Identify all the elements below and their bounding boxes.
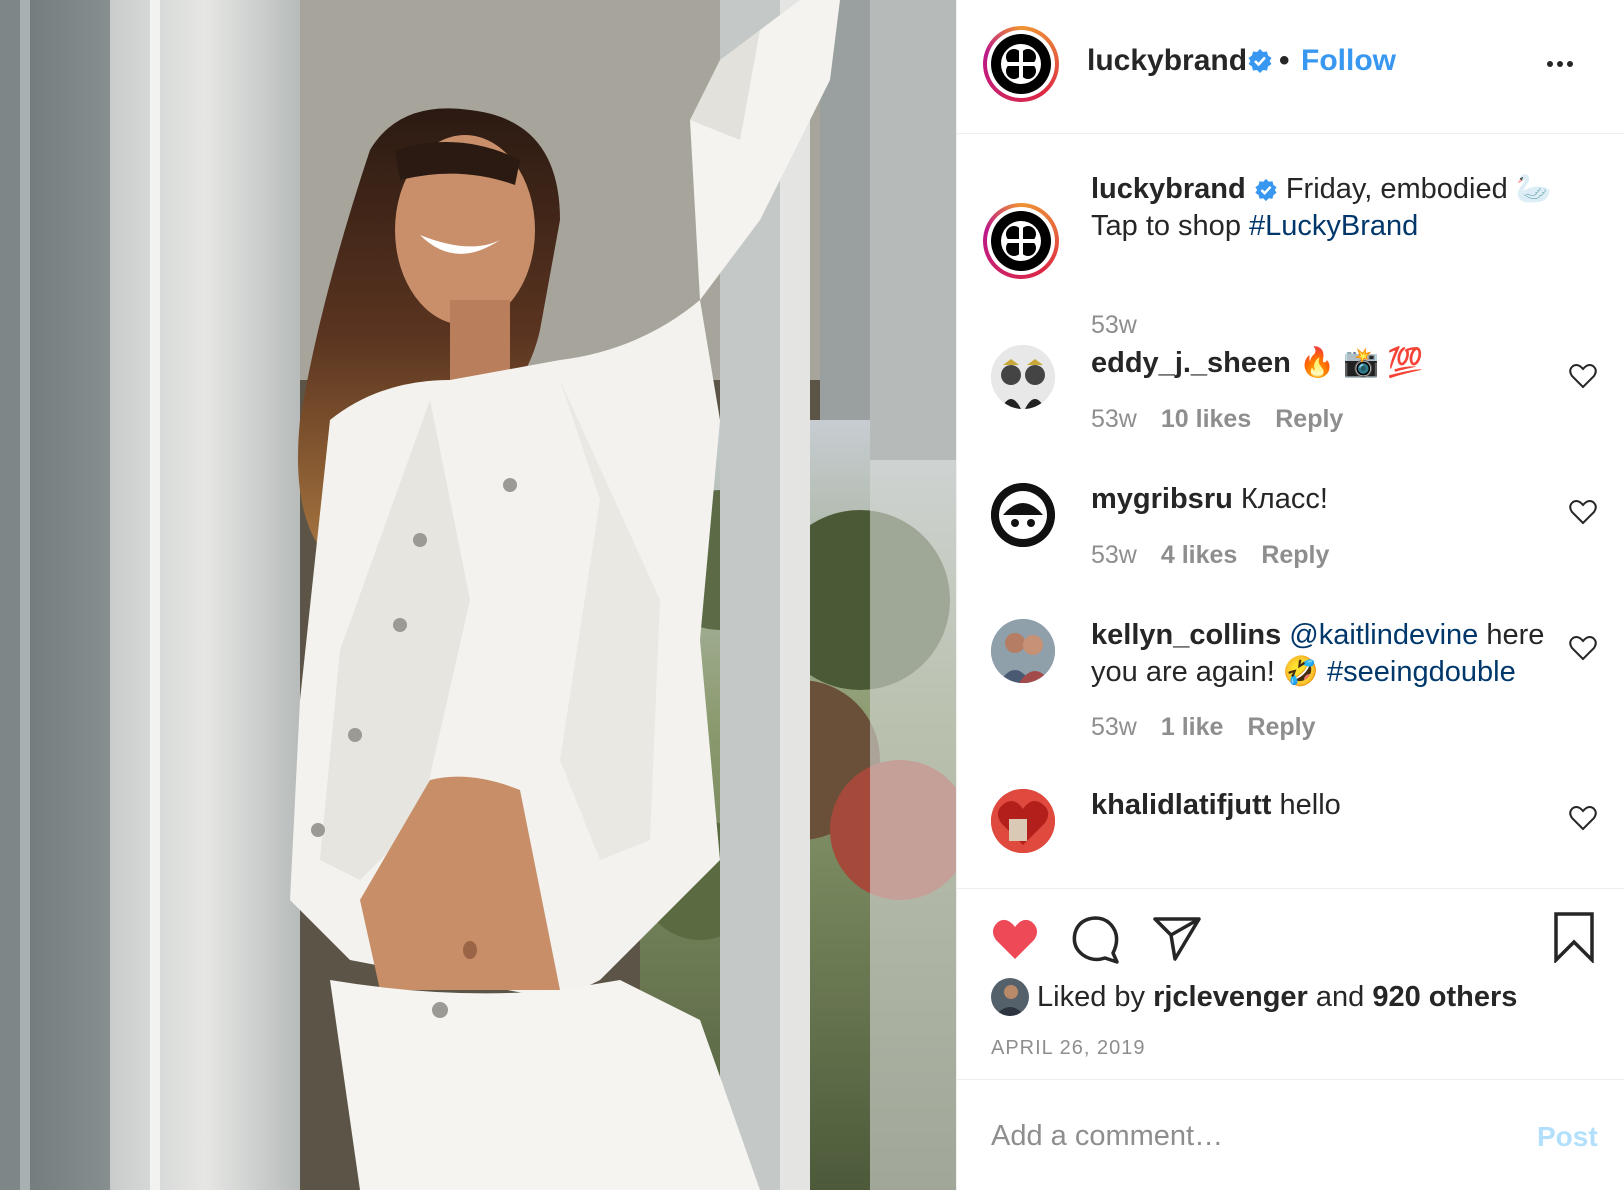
more-options-icon[interactable]: [1547, 54, 1591, 74]
heart-outline-icon[interactable]: [1569, 363, 1597, 389]
comment-body: hello: [1279, 789, 1341, 821]
comment-body: here: [1486, 619, 1545, 651]
reply-button[interactable]: Reply: [1247, 713, 1315, 742]
owner-avatar[interactable]: [983, 26, 1059, 102]
owner-username[interactable]: luckybrand: [1087, 44, 1247, 78]
comment-age[interactable]: 53w: [1091, 405, 1137, 434]
verified-badge-icon: [1248, 49, 1272, 73]
likes-summary: Liked by rjclevenger and 920 others: [991, 977, 1517, 1017]
comment-meta: 53w 4 likes Reply: [1091, 541, 1329, 570]
comment-age[interactable]: 53w: [1091, 541, 1137, 570]
clover-logo-icon: [1001, 44, 1041, 84]
comment-likes[interactable]: 4 likes: [1161, 541, 1237, 570]
heart-outline-icon[interactable]: [1569, 499, 1597, 525]
comment-bubble-icon[interactable]: [1071, 915, 1121, 965]
clover-logo-icon: [1001, 221, 1041, 261]
comment-hashtag[interactable]: #seeingdouble: [1327, 656, 1516, 688]
comment-username[interactable]: khalidlatifjutt: [1091, 789, 1271, 821]
comment-meta: 53w 1 like Reply: [1091, 713, 1316, 742]
comment-body-cont: you are again! 🤣: [1091, 656, 1319, 688]
commenter-avatar[interactable]: [991, 789, 1055, 853]
comment-likes[interactable]: 1 like: [1161, 713, 1224, 742]
caption-age[interactable]: 53w: [1091, 311, 1137, 340]
likes-others-link[interactable]: 920 others: [1372, 981, 1517, 1014]
liked-by-user[interactable]: rjclevenger: [1153, 981, 1308, 1014]
comment-input[interactable]: [991, 1111, 1491, 1161]
heart-filled-icon[interactable]: [991, 917, 1039, 961]
heart-outline-icon[interactable]: [1569, 635, 1597, 661]
caption-meta: 53w: [1091, 311, 1137, 340]
comment-text: eddy_j._sheen 🔥 📸 💯: [1091, 345, 1561, 382]
comment-item: mygribsru Класс! 53w 4 likes Reply: [957, 481, 1624, 611]
comments-list[interactable]: luckybrand Friday, embodied 🦢 Tap to sho…: [957, 135, 1624, 888]
avatar-image: [991, 978, 1029, 1016]
comment-item: khalidlatifjutt hello: [957, 787, 1624, 888]
comment-body: Класс!: [1240, 483, 1328, 515]
comment-text: khalidlatifjutt hello: [1091, 787, 1561, 824]
comment-mention[interactable]: @kaitlindevine: [1289, 619, 1478, 651]
paper-plane-icon[interactable]: [1153, 915, 1201, 961]
post-photo[interactable]: [0, 0, 956, 1190]
comment-likes[interactable]: 10 likes: [1161, 405, 1251, 434]
liked-by-and: and: [1315, 980, 1365, 1013]
comment-meta: 53w 10 likes Reply: [1091, 405, 1343, 434]
caption-avatar[interactable]: [983, 203, 1059, 279]
post-side-panel: luckybrand • Follow luckybrand Friday, e…: [956, 0, 1624, 1190]
heart-outline-icon[interactable]: [1569, 805, 1597, 831]
commenter-avatar[interactable]: [991, 483, 1055, 547]
commenter-avatar[interactable]: [991, 345, 1055, 409]
caption-text: luckybrand Friday, embodied 🦢 Tap to sho…: [1091, 171, 1561, 245]
post-header: luckybrand • Follow: [957, 0, 1624, 134]
comment-username[interactable]: kellyn_collins: [1091, 619, 1281, 651]
liker-avatar[interactable]: [991, 978, 1029, 1016]
header-separator: •: [1279, 44, 1290, 77]
caption-row: luckybrand Friday, embodied 🦢 Tap to sho…: [957, 171, 1624, 339]
avatar-image: [991, 619, 1055, 683]
reply-button[interactable]: Reply: [1275, 405, 1343, 434]
comment-item: eddy_j._sheen 🔥 📸 💯 53w 10 likes Reply: [957, 345, 1624, 475]
add-comment-bar: Post: [957, 1081, 1624, 1190]
post-date[interactable]: APRIL 26, 2019: [991, 1037, 1145, 1060]
comment-username[interactable]: mygribsru: [1091, 483, 1233, 515]
avatar-image: [991, 345, 1055, 409]
verified-badge-icon: [1255, 179, 1277, 202]
bookmark-icon[interactable]: [1553, 911, 1595, 963]
caption-username[interactable]: luckybrand: [1091, 173, 1246, 205]
comment-text: kellyn_collins @kaitlindevine here you a…: [1091, 617, 1546, 691]
avatar-image: [991, 483, 1055, 547]
caption-hashtag[interactable]: #LuckyBrand: [1249, 210, 1418, 242]
comment-item: kellyn_collins @kaitlindevine here you a…: [957, 617, 1624, 787]
liked-by-prefix: Liked by: [1037, 980, 1146, 1013]
avatar-image: [991, 789, 1055, 853]
follow-button[interactable]: Follow: [1301, 44, 1396, 78]
comment-username[interactable]: eddy_j._sheen: [1091, 347, 1291, 379]
action-bar: Liked by rjclevenger and 920 others APRI…: [957, 888, 1624, 1080]
post-comment-button[interactable]: Post: [1537, 1121, 1598, 1153]
photo-illustration: [0, 0, 956, 1190]
commenter-avatar[interactable]: [991, 619, 1055, 683]
comment-age[interactable]: 53w: [1091, 713, 1137, 742]
comment-body: 🔥 📸 💯: [1298, 347, 1424, 379]
comment-text: mygribsru Класс!: [1091, 481, 1561, 518]
reply-button[interactable]: Reply: [1261, 541, 1329, 570]
